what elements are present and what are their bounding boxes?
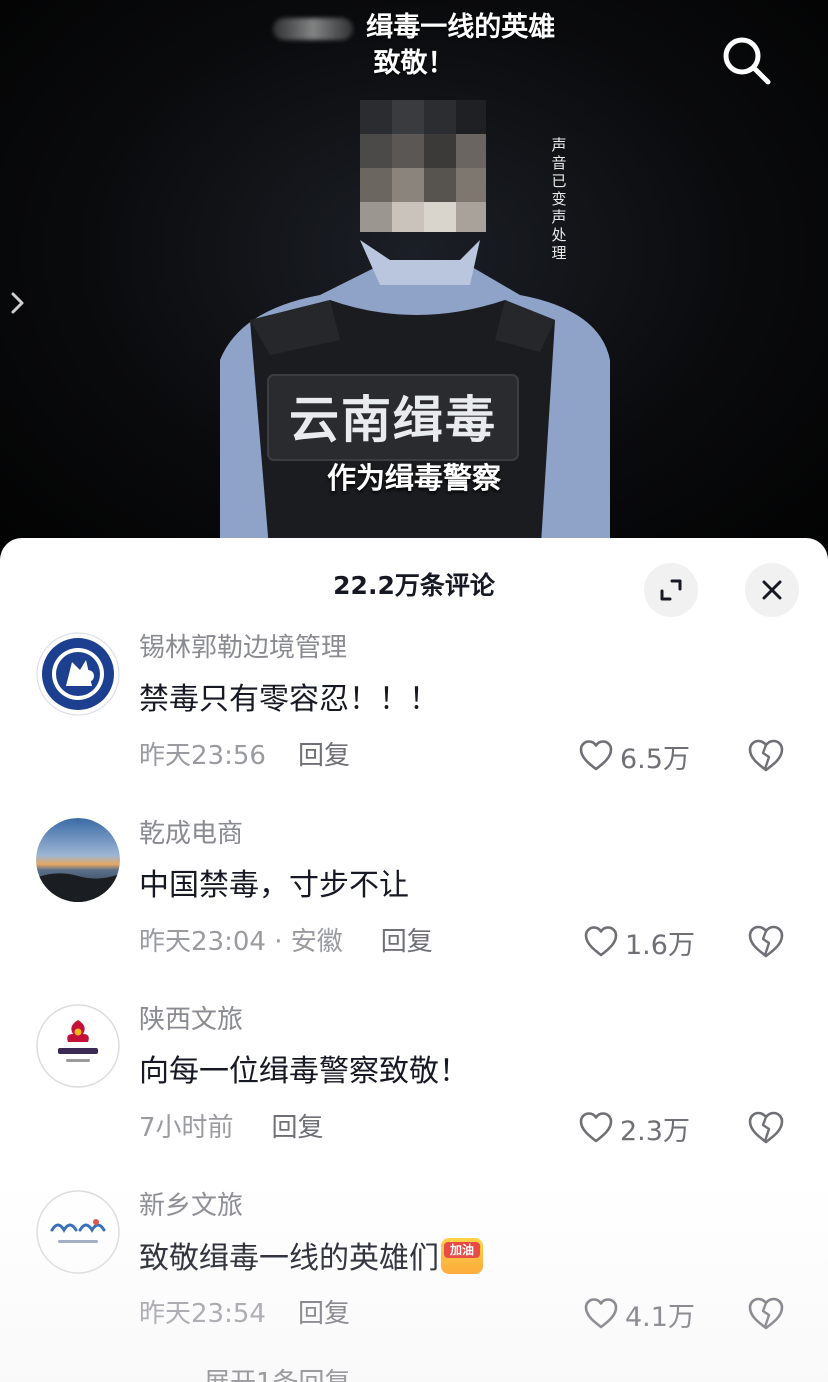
dislike-button[interactable] bbox=[746, 736, 786, 776]
caption-line-2: 致敬！ bbox=[373, 48, 455, 79]
voice-note: 声音已变声处理 bbox=[551, 136, 567, 262]
reply-button[interactable]: 回复 bbox=[298, 1297, 350, 1331]
comment-username[interactable]: 锡林郭勒边境管理 bbox=[139, 632, 347, 664]
reply-button[interactable]: 回复 bbox=[381, 925, 433, 959]
caption-line-1: 缉毒一线的英雄 bbox=[366, 12, 556, 43]
comment-username[interactable]: 乾成电商 bbox=[139, 818, 243, 850]
comment-text-body: 致敬缉毒一线的英雄们 bbox=[139, 1241, 439, 1276]
video-subtitle: 作为缉毒警察 bbox=[326, 461, 501, 495]
like-button[interactable]: 6.5万 bbox=[578, 736, 690, 776]
reply-button[interactable]: 回复 bbox=[298, 739, 350, 773]
avatar[interactable] bbox=[36, 1190, 120, 1274]
expand-icon bbox=[660, 579, 682, 601]
comment-item: 锡林郭勒边境管理 禁毒只有零容忍！！！ 昨天23:56 回复 6.5万 bbox=[0, 632, 828, 818]
comment-item: 乾成电商 中国禁毒，寸步不让 昨天23:04 · 安徽 回复 1.6万 bbox=[0, 818, 828, 1004]
sunset-landscape-avatar-icon bbox=[36, 818, 120, 902]
cheer-emoji-icon: 加油 bbox=[441, 1238, 483, 1274]
comment-text: 致敬缉毒一线的英雄们 加油 bbox=[139, 1238, 483, 1279]
expand-replies-button[interactable]: 展开1条回复 ⌄ bbox=[204, 1366, 381, 1382]
avatar[interactable] bbox=[36, 1004, 120, 1088]
expand-replies-label: 展开1条回复 bbox=[204, 1368, 351, 1382]
comment-username[interactable]: 新乡文旅 bbox=[139, 1190, 243, 1222]
blurred-name bbox=[272, 17, 353, 40]
comment-sheet-header: 22.2万条评论 bbox=[0, 538, 828, 638]
like-count: 4.1万 bbox=[625, 1301, 695, 1333]
avatar[interactable] bbox=[36, 818, 120, 902]
xinxiang-culture-logo-avatar-icon bbox=[36, 1190, 120, 1274]
like-button[interactable]: 2.3万 bbox=[578, 1108, 690, 1148]
comment-sheet: 22.2万条评论 锡林郭勒边境管理 禁毒只有零容忍！！！ 昨天23:56 回复 … bbox=[0, 538, 828, 1382]
comment-count: 22.2万条评论 bbox=[333, 571, 495, 600]
dislike-button[interactable] bbox=[746, 1294, 786, 1334]
comment-location: 安徽 bbox=[290, 927, 343, 957]
like-button[interactable]: 4.1万 bbox=[583, 1294, 695, 1334]
comment-meta: 昨天23:56 回复 bbox=[139, 739, 350, 773]
meta-separator: · bbox=[265, 927, 291, 957]
chevron-right-icon bbox=[11, 292, 24, 314]
like-count: 2.3万 bbox=[620, 1115, 690, 1147]
broken-heart-icon bbox=[748, 925, 784, 958]
vest-text: 云南缉毒 bbox=[289, 391, 497, 449]
search-icon bbox=[723, 37, 771, 85]
heart-icon bbox=[584, 1298, 618, 1329]
reply-button[interactable]: 回复 bbox=[272, 1111, 324, 1145]
like-button[interactable]: 1.6万 bbox=[583, 922, 695, 962]
comment-text: 禁毒只有零容忍！！！ bbox=[139, 682, 439, 717]
like-count: 1.6万 bbox=[625, 929, 695, 961]
comment-item: 新乡文旅 致敬缉毒一线的英雄们 加油 昨天23:54 回复 4.1万 bbox=[0, 1190, 828, 1376]
comment-meta: 7小时前 回复 bbox=[139, 1111, 324, 1145]
heart-icon bbox=[579, 740, 613, 771]
video-player[interactable]: 缉毒一线的英雄 致敬！ 云南缉毒 声音已变声处理 作为缉毒警察 bbox=[0, 0, 828, 560]
comment-username[interactable]: 陕西文旅 bbox=[139, 1004, 243, 1036]
comment-text: 向每一位缉毒警察致敬！ bbox=[139, 1054, 469, 1089]
emoji-label: 加油 bbox=[444, 1242, 480, 1258]
dislike-button[interactable] bbox=[746, 1108, 786, 1148]
search-button[interactable] bbox=[716, 30, 776, 90]
broken-heart-icon bbox=[748, 1297, 784, 1330]
avatar[interactable] bbox=[36, 632, 120, 716]
dislike-button[interactable] bbox=[746, 922, 786, 962]
heart-icon bbox=[584, 926, 618, 957]
pixelated-head bbox=[360, 100, 486, 232]
douyin-video-page: 缉毒一线的英雄 致敬！ 云南缉毒 声音已变声处理 作为缉毒警察 22.2万条评论… bbox=[0, 0, 828, 1382]
close-icon bbox=[762, 580, 782, 600]
broken-heart-icon bbox=[748, 1111, 784, 1144]
comment-time: 7小时前 bbox=[139, 1113, 234, 1143]
video-top-caption: 缉毒一线的英雄 致敬！ bbox=[0, 10, 828, 82]
heart-icon bbox=[579, 1112, 613, 1143]
comment-meta: 昨天23:54 回复 bbox=[139, 1297, 350, 1331]
comment-text: 中国禁毒，寸步不让 bbox=[139, 868, 409, 903]
comment-time: 昨天23:54 bbox=[139, 1299, 266, 1329]
comment-meta: 昨天23:04 · 安徽 回复 bbox=[139, 925, 433, 959]
expand-button[interactable] bbox=[644, 563, 698, 617]
comment-time: 昨天23:56 bbox=[139, 741, 266, 771]
broken-heart-icon bbox=[748, 739, 784, 772]
shaanxi-culture-logo-avatar-icon bbox=[36, 1004, 120, 1088]
comment-item: 陕西文旅 向每一位缉毒警察致敬！ 7小时前 回复 2.3万 bbox=[0, 1004, 828, 1190]
side-panel-toggle[interactable] bbox=[6, 288, 30, 318]
chevron-down-icon: ⌄ bbox=[359, 1368, 381, 1382]
like-count: 6.5万 bbox=[620, 743, 690, 775]
close-button[interactable] bbox=[745, 563, 799, 617]
comment-time: 昨天23:04 bbox=[139, 927, 266, 957]
police-badge-avatar-icon bbox=[36, 632, 120, 716]
